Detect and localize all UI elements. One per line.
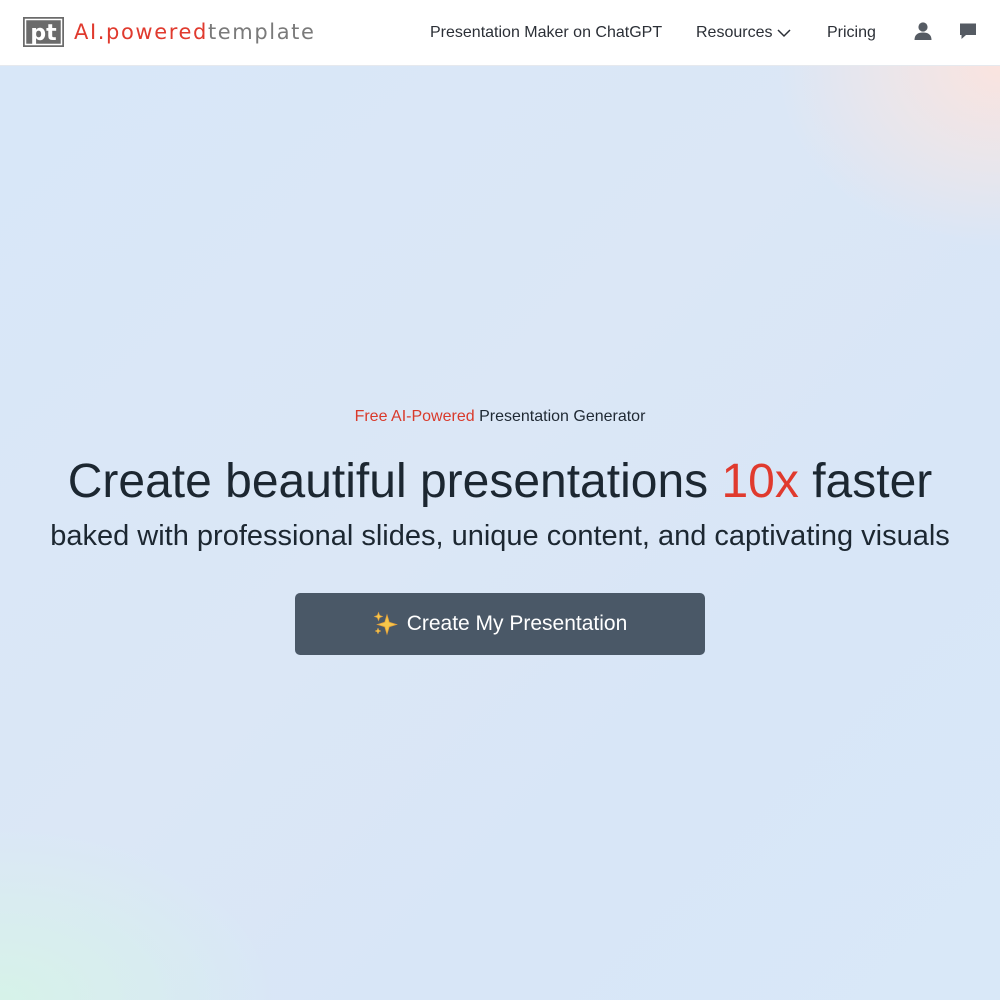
nav-presentation-maker-chatgpt[interactable]: Presentation Maker on ChatGPT <box>430 0 662 66</box>
headline-text-end: faster <box>798 455 933 508</box>
chevron-down-icon <box>777 29 792 38</box>
sparkles-icon <box>373 611 398 636</box>
top-navigation: pt AI.poweredtemplate Presentation Maker… <box>0 0 1000 66</box>
logo-ai-text: AI.powered <box>74 20 208 44</box>
hero-eyebrow: Free AI-Powered Presentation Generator <box>0 408 1000 426</box>
nav-resources-label: Resources <box>696 24 773 41</box>
nav-chatgpt-label: Presentation Maker on ChatGPT <box>430 24 663 41</box>
nav-pricing[interactable]: Pricing <box>827 0 876 66</box>
chat-button[interactable] <box>957 20 979 42</box>
account-button[interactable] <box>912 20 934 42</box>
headline-text-start: Create beautiful presentations <box>67 455 722 508</box>
nav-pricing-label: Pricing <box>827 24 876 41</box>
nav-resources-dropdown[interactable]: Resources <box>696 0 792 66</box>
headline-accent: 10x <box>721 455 799 508</box>
cta-label: Create My Presentation <box>406 612 628 635</box>
logo-wordmark: AI.poweredtemplate <box>74 17 316 47</box>
pt-logo-icon: pt <box>23 17 64 47</box>
site-logo[interactable]: pt AI.poweredtemplate <box>23 16 316 48</box>
hero-subheadline: baked with professional slides, unique c… <box>50 520 950 552</box>
create-presentation-button[interactable]: Create My Presentation <box>295 593 705 655</box>
chat-icon <box>960 23 976 39</box>
hero-headline: Create beautiful presentations 10x faste… <box>0 452 1000 512</box>
eyebrow-text: Presentation Generator <box>474 408 646 425</box>
eyebrow-accent: Free AI-Powered <box>354 408 475 425</box>
user-icon <box>914 22 932 40</box>
logo-template-text: template <box>207 20 316 44</box>
hero-section: Free AI-Powered Presentation Generator C… <box>0 66 1000 1000</box>
logo-mark-text: pt <box>30 21 57 46</box>
